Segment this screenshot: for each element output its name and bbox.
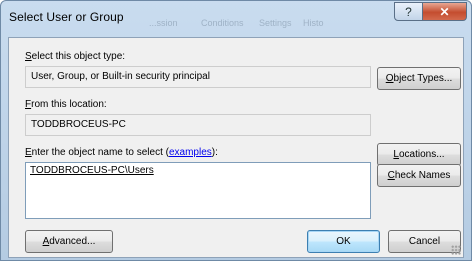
dialog-body: Select this object type: User, Group, or… — [8, 37, 464, 258]
background-tab-ghost: Histo — [303, 18, 324, 28]
dialog-window: Select User or Group ...ssion Conditions… — [0, 0, 472, 261]
close-button[interactable]: ✕ — [422, 2, 467, 21]
advanced-button[interactable]: Advanced... — [25, 230, 113, 253]
resize-grip-icon[interactable] — [451, 245, 461, 255]
examples-link[interactable]: examples — [169, 147, 212, 158]
help-button[interactable]: ? — [394, 2, 423, 21]
background-tab-ghost: Settings — [259, 18, 292, 28]
location-field: TODDBROCEUS-PC — [25, 114, 371, 136]
title-bar[interactable]: Select User or Group ...ssion Conditions… — [1, 1, 471, 37]
object-type-label: Select this object type: — [25, 51, 126, 62]
object-types-button[interactable]: Object Types... — [377, 67, 461, 90]
check-names-button[interactable]: Check Names — [377, 164, 461, 187]
background-tab-ghost: ...ssion — [149, 18, 178, 28]
location-label: From this location: — [25, 99, 107, 110]
object-name-input[interactable]: TODDBROCEUS-PC\Users — [25, 162, 371, 219]
locations-button[interactable]: Locations... — [377, 143, 461, 166]
background-tab-ghost: Conditions — [201, 18, 244, 28]
question-mark-icon: ? — [405, 4, 412, 19]
object-name-value: TODDBROCEUS-PC\Users — [30, 165, 154, 176]
object-type-field: User, Group, or Built-in security princi… — [25, 66, 371, 88]
window-title: Select User or Group — [9, 10, 124, 24]
ok-button[interactable]: OK — [307, 230, 380, 253]
object-name-label: Enter the object name to select (example… — [25, 147, 218, 158]
close-icon: ✕ — [439, 4, 450, 19]
